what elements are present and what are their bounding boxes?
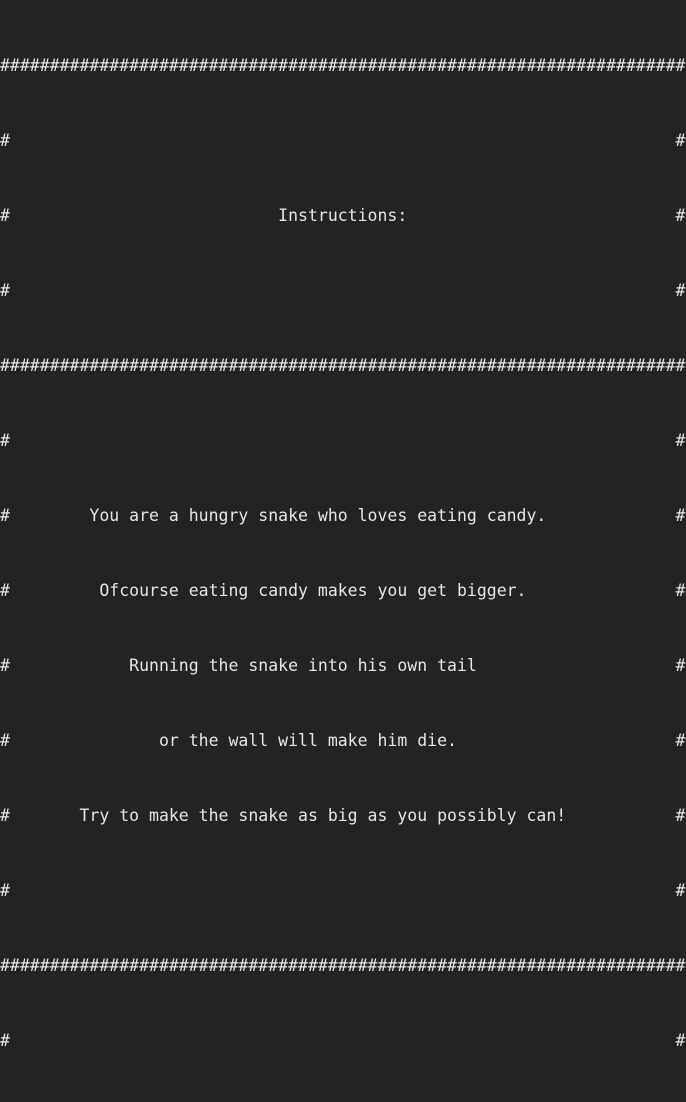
instruction-line-4: # or the wall will make him die. # xyxy=(0,731,686,750)
instructions-screen: ########################################… xyxy=(0,0,686,1050)
spacer-row: # # xyxy=(0,881,686,900)
spacer-row: # # xyxy=(0,431,686,450)
instruction-line-1: # You are a hungry snake who loves eatin… xyxy=(0,506,686,525)
border-row-divider-2: ########################################… xyxy=(0,956,686,975)
spacer-row: # # xyxy=(0,1031,686,1050)
page-title: # Instructions: # xyxy=(0,206,686,225)
spacer-row: # # xyxy=(0,281,686,300)
border-row-divider-1: ########################################… xyxy=(0,356,686,375)
instruction-line-3: # Running the snake into his own tail # xyxy=(0,656,686,675)
border-row-top: ########################################… xyxy=(0,56,686,75)
instruction-line-5: # Try to make the snake as big as you po… xyxy=(0,806,686,825)
spacer-row: # # xyxy=(0,131,686,150)
instruction-line-2: # Ofcourse eating candy makes you get bi… xyxy=(0,581,686,600)
